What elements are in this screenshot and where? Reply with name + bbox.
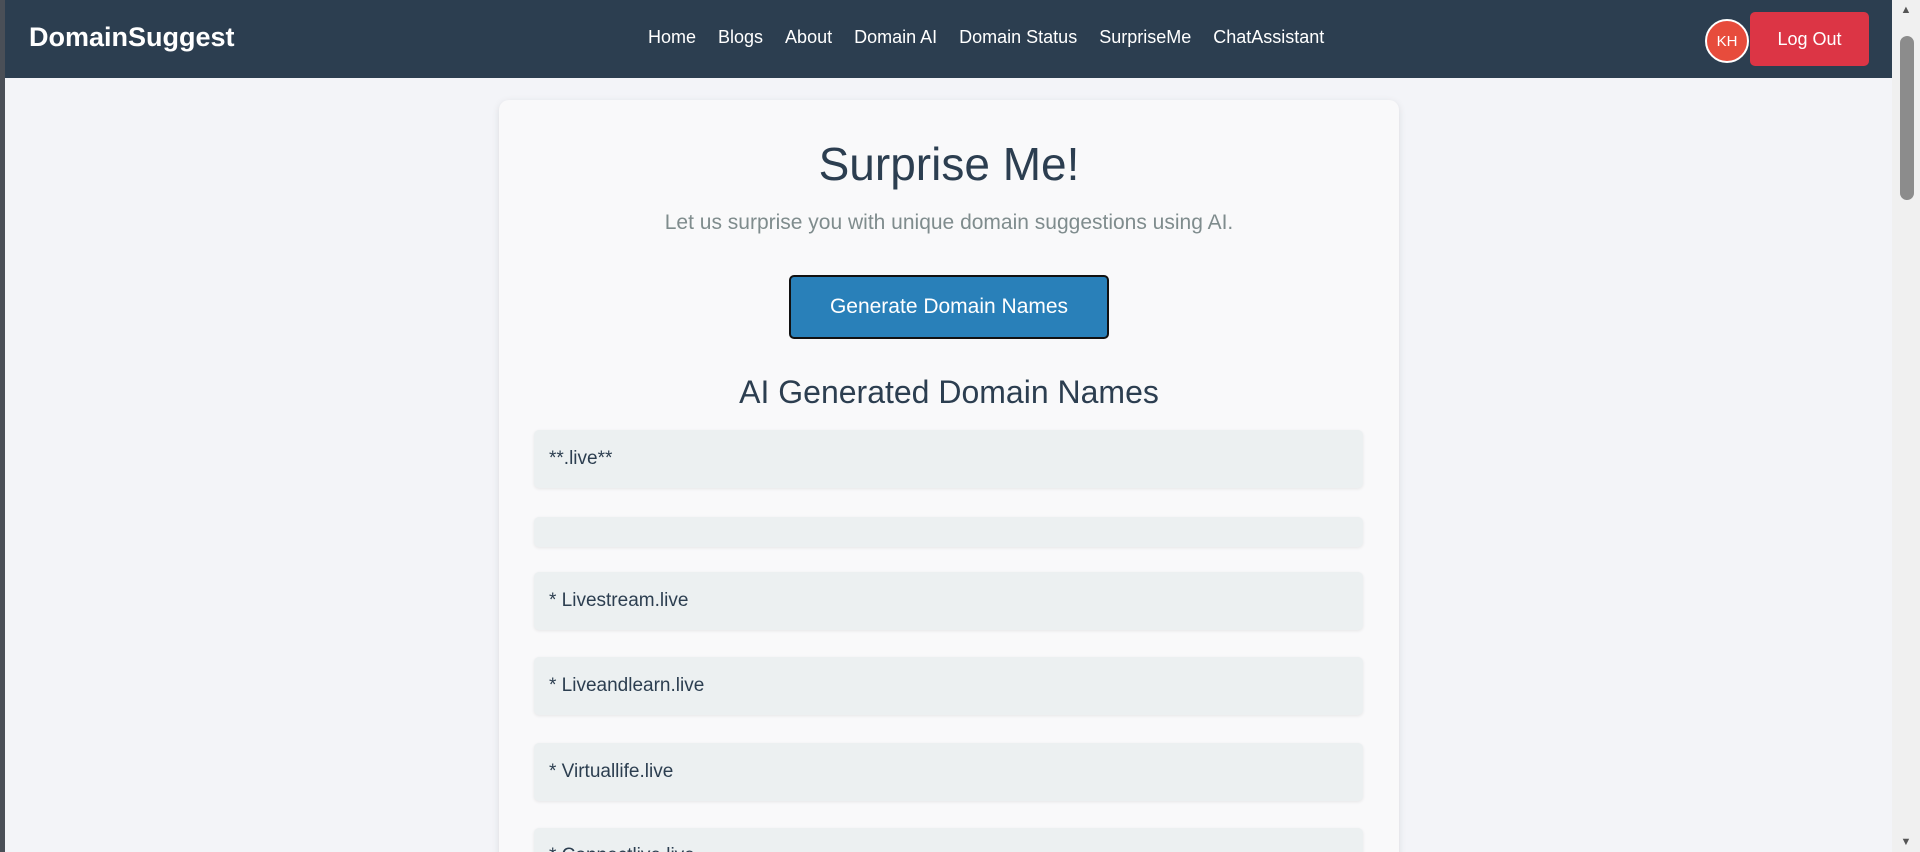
domain-result-item <box>534 517 1363 547</box>
domain-result-item: * Liveandlearn.live <box>534 657 1363 715</box>
page-subtitle: Let us surprise you with unique domain s… <box>664 211 1234 234</box>
nav-link-about[interactable]: About <box>785 27 832 48</box>
domain-result-item: * Virtuallife.live <box>534 743 1363 801</box>
logout-button[interactable]: Log Out <box>1750 12 1869 66</box>
user-avatar[interactable]: KH <box>1705 19 1749 63</box>
surprise-card: Surprise Me! Let us surprise you with un… <box>499 100 1399 852</box>
nav-link-chat-assistant[interactable]: ChatAssistant <box>1213 27 1324 48</box>
domain-result-item: **.live** <box>534 430 1363 488</box>
page-scrollbar[interactable]: ▲ ▼ <box>1892 0 1920 852</box>
domain-result-item: * Livestream.live <box>534 572 1363 630</box>
nav-link-domain-status[interactable]: Domain Status <box>959 27 1077 48</box>
page-title: Surprise Me! <box>818 138 1080 190</box>
results-heading: AI Generated Domain Names <box>739 374 1159 410</box>
scroll-up-arrow-icon[interactable]: ▲ <box>1892 0 1920 20</box>
top-navbar: DomainSuggest Home Blogs About Domain AI… <box>0 0 1892 78</box>
nav-link-domain-ai[interactable]: Domain AI <box>854 27 937 48</box>
scrollbar-thumb[interactable] <box>1900 36 1914 200</box>
nav-link-home[interactable]: Home <box>648 27 696 48</box>
nav-link-surprise-me[interactable]: SurpriseMe <box>1099 27 1191 48</box>
generate-domain-names-button[interactable]: Generate Domain Names <box>789 275 1109 339</box>
nav-links: Home Blogs About Domain AI Domain Status… <box>648 27 1346 48</box>
domain-result-item: * Connectlive.live <box>534 828 1363 852</box>
nav-link-blogs[interactable]: Blogs <box>718 27 763 48</box>
brand-logo[interactable]: DomainSuggest <box>29 22 235 53</box>
scroll-down-arrow-icon[interactable]: ▼ <box>1892 832 1920 852</box>
